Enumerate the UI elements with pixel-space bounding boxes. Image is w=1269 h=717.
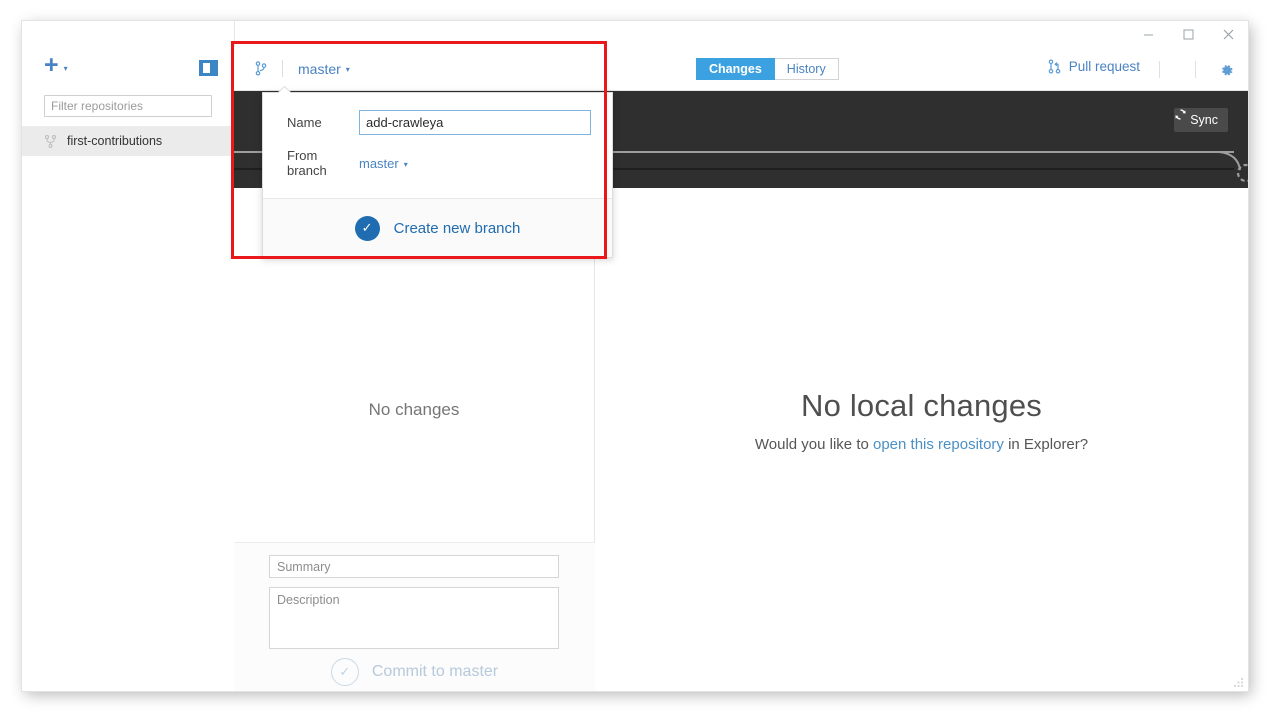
- from-branch-value: master: [359, 155, 399, 171]
- subtitle-suffix: in Explorer?: [1003, 436, 1089, 453]
- check-circle-icon: ✓: [354, 215, 380, 241]
- sidebar-toolbar: + ▾: [22, 47, 234, 91]
- branch-name-input[interactable]: [359, 110, 591, 135]
- close-icon: [1223, 29, 1233, 39]
- popover-body: Name From branch master ▾: [263, 93, 612, 198]
- repository-name: first-contributions: [67, 134, 163, 148]
- pull-request-icon: [1048, 59, 1061, 74]
- subtitle-prefix: Would you like to: [754, 436, 873, 453]
- current-branch-label: master: [298, 60, 341, 77]
- github-desktop-window: + ▾ Filter repositories first-contributi…: [22, 21, 1248, 691]
- create-branch-popover: Name From branch master ▾ ✓ Create new br…: [262, 86, 613, 258]
- plus-icon: +: [44, 51, 59, 79]
- repository-list: first-contributions: [22, 126, 234, 156]
- create-new-branch-button[interactable]: ✓ Create new branch: [263, 198, 612, 257]
- no-local-changes-subtitle: Would you like to open this repository i…: [595, 436, 1248, 453]
- open-repository-link[interactable]: open this repository: [873, 436, 1004, 453]
- no-changes-text: No changes: [368, 400, 460, 419]
- git-branch-icon: [44, 134, 56, 148]
- from-branch-dropdown[interactable]: master ▾: [359, 156, 408, 171]
- from-branch-row: From branch master ▾: [287, 148, 612, 178]
- sync-label: Sync: [1190, 113, 1218, 127]
- commit-description-input[interactable]: [269, 587, 559, 649]
- view-tabs: Changes History: [696, 58, 839, 80]
- sync-button[interactable]: Sync: [1174, 108, 1228, 132]
- sidebar-toggle-glyph: [203, 63, 210, 73]
- maximize-icon: [1183, 29, 1193, 39]
- chevron-down-icon: ▾: [403, 159, 408, 169]
- commit-button-label: Commit to master: [371, 663, 499, 680]
- tab-history[interactable]: History: [774, 58, 839, 80]
- current-branch-button[interactable]: master ▾: [252, 47, 358, 90]
- sidebar-item-first-contributions[interactable]: first-contributions: [22, 126, 234, 156]
- sidebar-toggle-icon[interactable]: [199, 60, 218, 76]
- tab-history-label: History: [786, 62, 826, 76]
- chevron-down-icon: ▾: [345, 65, 350, 74]
- check-circle-icon: ✓: [330, 658, 359, 686]
- toolbar-divider-2: [1195, 61, 1196, 78]
- commit-area: ✓ Commit to master: [234, 542, 595, 691]
- branch-name-label: Name: [287, 115, 322, 130]
- minimize-icon: [1143, 34, 1153, 35]
- add-repository-button[interactable]: + ▾: [44, 51, 68, 79]
- changes-panel: No changes ✓ Commit to master: [234, 188, 595, 691]
- top-toolbar: master ▾ Changes History Pull request: [234, 47, 1248, 91]
- resize-grip[interactable]: [1232, 675, 1245, 688]
- commit-button[interactable]: ✓ Commit to master: [234, 658, 595, 686]
- filter-repositories-input[interactable]: [44, 95, 212, 117]
- minimize-button[interactable]: [1128, 21, 1168, 47]
- from-branch-label: From branch: [287, 148, 327, 178]
- tab-changes-label: Changes: [709, 62, 762, 76]
- chevron-down-icon: ▾: [63, 63, 68, 73]
- gear-icon[interactable]: [1214, 59, 1238, 81]
- pull-request-label: Pull request: [1068, 59, 1140, 74]
- commit-summary-input[interactable]: [269, 555, 559, 578]
- filter-repositories-wrapper: [44, 95, 212, 117]
- branch-name-row: Name: [287, 110, 612, 135]
- no-local-changes-title: No local changes: [800, 388, 1042, 423]
- create-new-branch-label: Create new branch: [393, 219, 521, 237]
- pull-request-button[interactable]: Pull request: [1048, 59, 1140, 74]
- detail-pane: No local changes Would you like to open …: [595, 188, 1248, 691]
- close-button[interactable]: [1208, 21, 1248, 47]
- popover-arrow: [278, 86, 291, 93]
- git-branch-icon: [252, 61, 270, 76]
- tab-changes[interactable]: Changes: [696, 58, 775, 80]
- maximize-button[interactable]: [1168, 21, 1208, 47]
- toolbar-divider-1: [1159, 61, 1160, 78]
- divider: [282, 60, 283, 77]
- screenshot-root: + ▾ Filter repositories first-contributi…: [0, 0, 1269, 717]
- repository-sidebar: + ▾ Filter repositories first-contributi…: [22, 21, 235, 691]
